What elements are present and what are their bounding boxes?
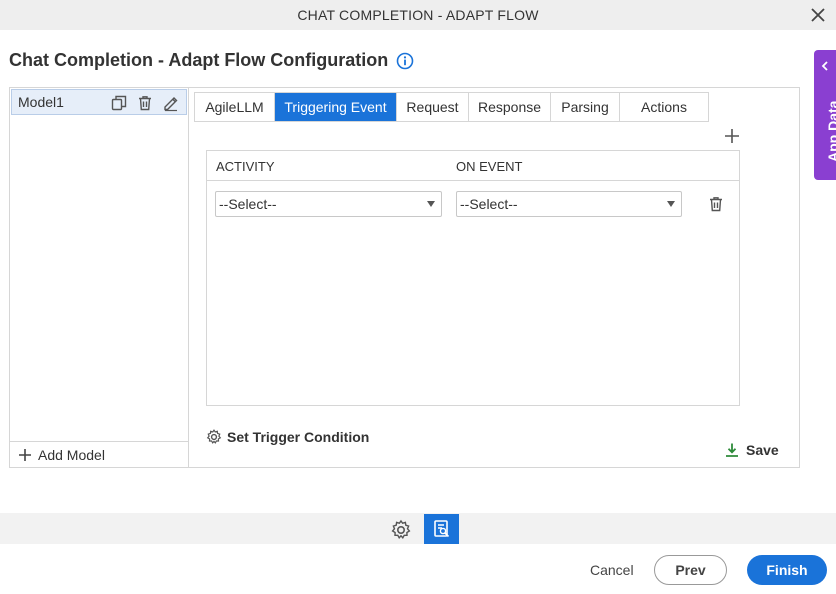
tab-request[interactable]: Request xyxy=(397,93,469,121)
config-tabs: AgileLLM Triggering Event Request Respon… xyxy=(194,92,709,122)
prev-button[interactable]: Prev xyxy=(654,555,727,585)
footer-toolbar xyxy=(0,513,836,544)
tab-agilellm[interactable]: AgileLLM xyxy=(195,93,275,121)
column-header-on-event: ON EVENT xyxy=(456,159,523,174)
delete-row-icon[interactable] xyxy=(707,195,725,213)
window-titlebar: CHAT COMPLETION - ADAPT FLOW xyxy=(0,0,836,30)
table-header: ACTIVITY ON EVENT xyxy=(207,151,739,181)
save-button[interactable]: Save xyxy=(724,442,779,458)
window-title: CHAT COMPLETION - ADAPT FLOW xyxy=(297,7,539,23)
triggering-events-table: ACTIVITY ON EVENT --Select-- --Select-- xyxy=(206,150,740,406)
settings-gear-icon[interactable] xyxy=(390,519,412,541)
set-trigger-condition-button[interactable]: Set Trigger Condition xyxy=(206,429,369,445)
document-search-icon[interactable] xyxy=(424,514,459,544)
tab-triggering-event[interactable]: Triggering Event xyxy=(275,93,397,121)
on-event-select[interactable]: --Select-- xyxy=(456,191,682,217)
download-icon xyxy=(724,442,740,458)
on-event-select-value: --Select-- xyxy=(460,196,518,212)
model-name: Model1 xyxy=(18,94,64,110)
edit-icon[interactable] xyxy=(162,94,180,112)
set-trigger-condition-label: Set Trigger Condition xyxy=(227,429,370,445)
finish-button[interactable]: Finish xyxy=(747,555,827,585)
copy-icon[interactable] xyxy=(110,94,128,112)
app-data-panel-toggle[interactable]: App Data xyxy=(814,50,836,180)
chevron-down-icon xyxy=(427,201,435,207)
tab-actions[interactable]: Actions xyxy=(620,93,708,121)
activity-select[interactable]: --Select-- xyxy=(215,191,442,217)
chevron-down-icon xyxy=(667,201,675,207)
page-title-row: Chat Completion - Adapt Flow Configurati… xyxy=(9,50,414,71)
add-model-button[interactable]: Add Model xyxy=(10,441,188,467)
close-icon[interactable] xyxy=(808,5,828,25)
model-list-item[interactable]: Model1 xyxy=(11,89,187,115)
add-row-icon[interactable] xyxy=(723,127,741,145)
gear-icon xyxy=(206,429,222,445)
activity-select-value: --Select-- xyxy=(219,196,277,212)
save-label: Save xyxy=(746,442,779,458)
add-model-label: Add Model xyxy=(38,446,105,463)
column-header-activity: ACTIVITY xyxy=(216,159,275,174)
tab-response[interactable]: Response xyxy=(469,93,551,121)
model-list-panel: Model1 Add Model xyxy=(10,88,189,467)
page-title: Chat Completion - Adapt Flow Configurati… xyxy=(9,50,389,70)
tab-parsing[interactable]: Parsing xyxy=(551,93,620,121)
chevron-left-icon xyxy=(819,60,831,72)
app-data-label: App Data xyxy=(825,100,836,162)
delete-icon[interactable] xyxy=(136,94,154,112)
info-icon[interactable] xyxy=(396,52,414,70)
model-actions xyxy=(110,94,180,112)
cancel-button[interactable]: Cancel xyxy=(590,562,634,578)
plus-icon xyxy=(18,448,32,462)
